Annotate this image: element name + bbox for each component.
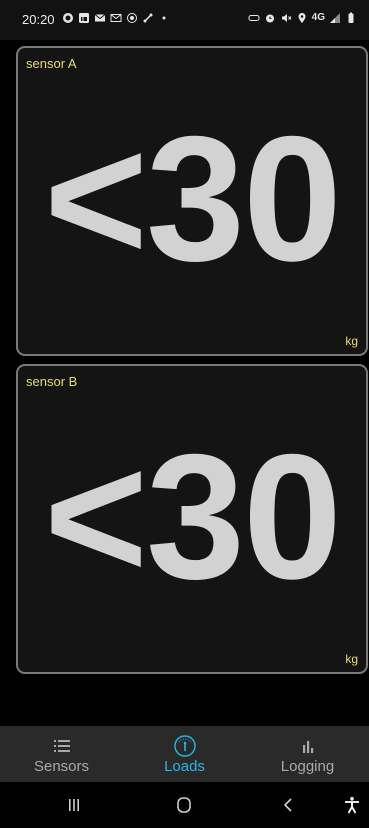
status-time: 20:20 (22, 12, 55, 27)
nav-label: Logging (280, 758, 335, 775)
nav-item-sensors[interactable]: Sensors (0, 726, 123, 782)
accessibility-icon[interactable] (340, 795, 364, 815)
recents-icon[interactable] (62, 795, 86, 815)
list-icon (50, 734, 74, 758)
link-icon (142, 12, 154, 24)
dot-icon (158, 12, 170, 24)
sensor-card: sensor A <30 kg (16, 46, 368, 356)
whatsapp-icon (62, 12, 74, 24)
bottom-navigation: Sensors Loads Logging (0, 726, 369, 782)
signal-icon (329, 12, 341, 24)
nav-label: Sensors (33, 758, 90, 775)
sensor-load-value: <30 (44, 417, 342, 616)
mute-icon (280, 12, 292, 24)
back-icon[interactable] (277, 795, 301, 815)
network-icon: 4G (311, 12, 325, 23)
alarm-icon (264, 12, 276, 24)
sensor-unit-label: kg (345, 334, 358, 348)
sensor-name-label: sensor B (26, 374, 78, 389)
bar-chart-icon (296, 734, 320, 758)
record-icon (126, 12, 138, 24)
sensor-card: sensor B <30 kg (16, 364, 368, 674)
nav-item-loads[interactable]: Loads (123, 726, 246, 782)
sensor-name-label: sensor A (26, 56, 77, 71)
sensor-load-value: <30 (44, 99, 342, 298)
gmail-icon (110, 12, 122, 24)
system-navigation-bar (0, 782, 369, 828)
nav-item-logging[interactable]: Logging (246, 726, 369, 782)
status-bar: 20:20 4G (0, 0, 369, 40)
mail-icon (94, 12, 106, 24)
notification-icons (62, 12, 170, 24)
app-screen: 20:20 4G sensor A <30 kg sensor B <30 kg… (0, 0, 369, 828)
system-status-icons: 4G (248, 12, 357, 24)
vr-icon (248, 12, 260, 24)
home-icon[interactable] (172, 795, 196, 815)
sensor-unit-label: kg (345, 652, 358, 666)
location-icon (296, 12, 308, 24)
loads-view: sensor A <30 kg sensor B <30 kg (0, 40, 369, 726)
linkedin-icon (78, 12, 90, 24)
battery-icon (345, 12, 357, 24)
nav-label: Loads (164, 758, 205, 775)
gauge-icon (173, 734, 197, 758)
